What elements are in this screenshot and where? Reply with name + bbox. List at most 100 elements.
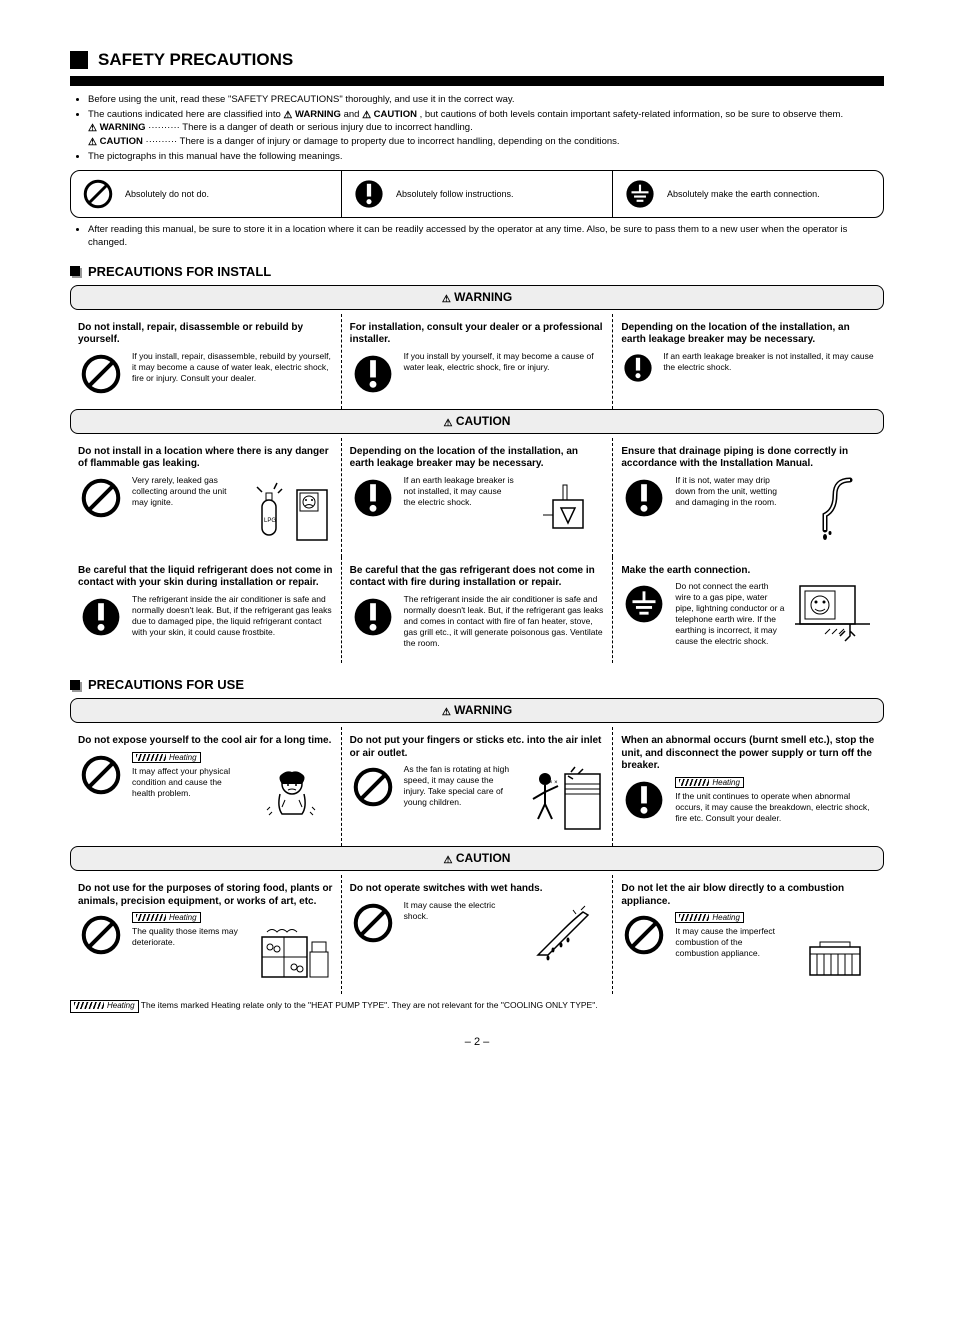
heating-badge: Heating [132,752,201,763]
install-c3-text: If it is not, water may drip down from t… [675,475,786,508]
use-warning-label: WARNING [454,703,512,717]
install-c6-text: Do not connect the earth wire to a gas p… [675,581,786,647]
mandatory-icon [352,177,386,211]
prohibit-icon [81,177,115,211]
use-title: PRECAUTIONS FOR USE [88,677,244,692]
picto-cell-prohibit: Absolutely do not do. [71,171,341,217]
sub-marker-2 [70,680,80,690]
install-c3: Ensure that drainage piping is done corr… [612,438,884,557]
breaker-illustration [522,475,604,545]
intro-bullet-4: After reading this manual, be sure to st… [88,224,884,250]
install-c6: Make the earth connection. Do not connec… [612,557,884,664]
caution-inline-label-2: CAUTION [100,136,143,147]
warning-inline-label: WARNING [295,109,341,120]
install-caution-label: CAUTION [456,414,511,428]
use-c2: Do not operate switches with wet hands. … [341,875,613,994]
use-w1-title: Do not expose yourself to the cool air f… [78,735,333,748]
prohibit-icon [350,900,396,946]
warning-triangle-icon-2: ⚠ [88,123,97,134]
caution-triangle-icon-2: ⚠ [88,137,97,148]
picto-text-1: Absolutely do not do. [125,189,209,200]
install-c2: Depending on the location of the install… [341,438,613,557]
install-c5: Be careful that the gas refrigerant does… [341,557,613,664]
use-c1-text: The quality those items may deteriorate. [132,926,243,948]
use-caution-grid: Do not use for the purposes of storing f… [70,875,884,994]
picto-text-2: Absolutely follow instructions. [396,189,514,200]
prohibit-icon [78,351,124,397]
warning-inline-2: ⚠ WARNING [88,122,146,136]
install-w2-text: If you install by yourself, it may becom… [404,351,605,373]
use-w2-title: Do not put your fingers or sticks etc. i… [350,735,605,760]
heating-note: Heating The items marked Heating relate … [70,1000,884,1015]
combustion-illustration [794,912,876,982]
install-c5-title: Be careful that the gas refrigerant does… [350,565,605,590]
earth-icon [623,177,657,211]
install-warning-label: WARNING [454,290,512,304]
earth-icon [621,581,667,627]
wet-hand-illustration [522,900,604,970]
install-w2-title: For installation, consult your dealer or… [350,322,605,347]
use-warning-bar: ⚠ WARNING [70,698,884,723]
intro-bullet-2: The cautions indicated here are classifi… [88,109,884,150]
heating-badge-4: Heating [675,912,744,923]
intro-block-2: After reading this manual, be sure to st… [70,224,884,250]
mandatory-icon [350,475,396,521]
picto-cell-earth: Absolutely make the earth connection. [612,171,883,217]
use-w2: Do not put your fingers or sticks etc. i… [341,727,613,846]
install-caution-grid-2: Be careful that the liquid refrigerant d… [70,557,884,664]
use-caution-label: CAUTION [456,851,511,865]
install-subsection-header: PRECAUTIONS FOR INSTALL [70,264,884,279]
page-number-value: 2 [474,1036,480,1048]
install-c2-title: Depending on the location of the install… [350,446,605,471]
caution-inline-label: CAUTION [374,109,417,120]
warning-triangle-icon-3: ⚠ [442,294,451,305]
warning-triangle-icon-4: ⚠ [442,707,451,718]
caution-triangle-icon-3: ⚠ [444,418,453,429]
prohibit-icon [350,764,396,810]
drain-illustration [794,475,876,545]
finger-outlet-illustration: × × [522,764,604,834]
use-caution-bar: ⚠ CAUTION [70,846,884,871]
picto-text-3: Absolutely make the earth connection. [667,189,820,200]
install-caution-bar: ⚠ CAUTION [70,409,884,434]
install-c2-text: If an earth leakage breaker is not insta… [404,475,515,508]
svg-text:LPG: LPG [264,518,276,524]
install-warning-grid: Do not install, repair, disassemble or r… [70,314,884,409]
use-c2-text: It may cause the electric shock. [404,900,515,922]
intro-bullet-1: Before using the unit, read these "SAFET… [88,94,884,107]
warning-triangle-icon: ⚠ [283,110,292,121]
intro-b2-b: and [344,109,363,120]
install-w3: Depending on the location of the install… [612,314,884,409]
install-c4: Be careful that the liquid refrigerant d… [70,557,341,664]
install-c3-title: Ensure that drainage piping is done corr… [621,446,876,471]
mandatory-icon [350,594,396,640]
install-c4-title: Be careful that the liquid refrigerant d… [78,565,333,590]
install-w1-title: Do not install, repair, disassemble or r… [78,322,333,347]
pictograph-legend: Absolutely do not do. Absolutely follow … [70,170,884,218]
install-c4-text: The refrigerant inside the air condition… [132,594,333,638]
mandatory-icon [350,351,396,397]
install-warning-bar: ⚠ WARNING [70,285,884,310]
warning-desc: There is a danger of death or serious in… [182,122,472,133]
sub-marker [70,266,80,276]
caution-inline: ⚠ CAUTION [362,109,417,123]
install-w3-text: If an earth leakage breaker is not insta… [663,351,876,373]
use-subsection-header: PRECAUTIONS FOR USE [70,677,884,692]
install-w3-title: Depending on the location of the install… [621,322,876,347]
use-c1: Do not use for the purposes of storing f… [70,875,341,994]
section-marker-square [70,51,88,69]
prohibit-icon [78,912,124,958]
cold-person-illustration [251,752,333,822]
mandatory-icon [621,475,667,521]
intro-b2-c: , but cautions of both levels contain im… [420,109,844,120]
page-number: – 2 – [70,1036,884,1048]
earth-illustration [794,581,876,651]
storage-illustration [251,912,333,982]
caution-triangle-icon: ⚠ [362,110,371,121]
mandatory-icon [621,777,667,823]
use-warning-grid: Do not expose yourself to the cool air f… [70,727,884,846]
caution-inline-2: ⚠ CAUTION [88,136,143,150]
mandatory-icon [78,594,124,640]
install-w1-text: If you install, repair, disassemble, reb… [132,351,333,384]
use-w3-title: When an abnormal occurs (burnt smell etc… [621,735,876,773]
